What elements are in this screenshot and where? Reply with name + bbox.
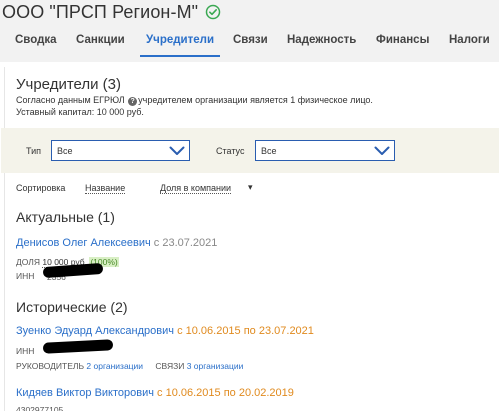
tab-founders[interactable]: Учредители — [139, 26, 221, 57]
leader-orgs-link[interactable]: 2 организации — [86, 361, 143, 371]
tab-finance[interactable]: Финансы — [376, 26, 429, 54]
founder-inn-label: ИНН — [16, 271, 35, 281]
historical-founder-1: Зуенко Эдуард Александрович с 10.06.2015… — [16, 325, 314, 337]
tab-sanctions[interactable]: Санкции — [76, 26, 125, 54]
historical-founder-2: Кидяев Виктор Викторович с 10.06.2015 по… — [16, 387, 294, 399]
egrul-text: Согласно данным ЕГРЮЛ — [16, 95, 125, 105]
sort-by-name-link[interactable]: Название — [85, 183, 126, 194]
founder-period: с 10.06.2015 по 20.02.2019 — [157, 387, 294, 399]
capital-text: Уставный капитал: 10 000 руб. — [16, 107, 144, 117]
current-founder: Денисов Олег Алексеевич с 23.07.2021 — [16, 237, 217, 249]
chevron-down-icon — [374, 146, 390, 155]
founder-name-link[interactable]: Денисов Олег Алексеевич — [16, 237, 151, 249]
company-title: ООО "ПРСП Регион-М" — [2, 1, 221, 23]
founder-name-link[interactable]: Кидяев Виктор Викторович — [16, 387, 154, 399]
status-select-value: Все — [261, 146, 277, 156]
current-heading: Актуальные (1) — [16, 209, 115, 225]
links-orgs-link[interactable]: 3 организации — [187, 361, 244, 371]
founder-relations: РУКОВОДИТЕЛЬ 2 организации СВЯЗИ 3 орган… — [16, 361, 243, 371]
links-label: СВЯЗИ — [155, 361, 185, 371]
founder-since: с 23.07.2021 — [153, 237, 218, 249]
company-name: ООО "ПРСП Регион-М" — [2, 1, 199, 22]
sort-by-share-link[interactable]: Доля в компании — [160, 183, 232, 194]
redaction-mark — [42, 339, 114, 354]
historical-heading: Исторические (2) — [16, 299, 128, 315]
type-select-value: Все — [57, 146, 73, 156]
founders-count-text: учредителем организации является 1 физич… — [138, 95, 373, 105]
company-header: ООО "ПРСП Регион-М" Сводка Санкции Учред… — [0, 0, 499, 62]
question-icon[interactable]: ? — [128, 97, 138, 106]
tab-taxes[interactable]: Налоги — [449, 26, 490, 54]
founder-inn-partial: 4302977105 — [16, 405, 64, 411]
type-label: Тип — [26, 146, 42, 156]
share-label: ДОЛЯ — [16, 257, 40, 267]
founder-name-link[interactable]: Зуенко Эдуард Александрович — [16, 325, 174, 337]
status-label: Статус — [216, 146, 245, 156]
founder-inn-label: ИНН — [16, 346, 35, 356]
founders-description: Согласно данным ЕГРЮЛ ? учредителем орган… — [16, 95, 373, 106]
sort-label: Сортировка — [16, 183, 66, 193]
tab-links[interactable]: Связи — [233, 26, 268, 54]
tab-reliability[interactable]: Надежность — [287, 26, 356, 54]
check-circle-icon — [205, 4, 221, 20]
leader-label: РУКОВОДИТЕЛЬ — [16, 361, 85, 371]
tab-summary[interactable]: Сводка — [15, 26, 57, 54]
chevron-down-icon — [169, 146, 185, 155]
founders-title: Учредители (3) — [16, 76, 122, 93]
type-select[interactable]: Все — [51, 140, 190, 161]
filter-bar: Тип Все Статус Все — [1, 128, 499, 173]
status-select[interactable]: Все — [255, 140, 395, 161]
sort-arrow-icon[interactable]: ▾ — [248, 182, 253, 193]
founder-period: с 10.06.2015 по 23.07.2021 — [177, 325, 314, 337]
tab-bar: Сводка Санкции Учредители Связи Надежнос… — [0, 26, 499, 57]
founders-panel: Учредители (3) Согласно данным ЕГРЮЛ ? уч… — [1, 67, 499, 411]
